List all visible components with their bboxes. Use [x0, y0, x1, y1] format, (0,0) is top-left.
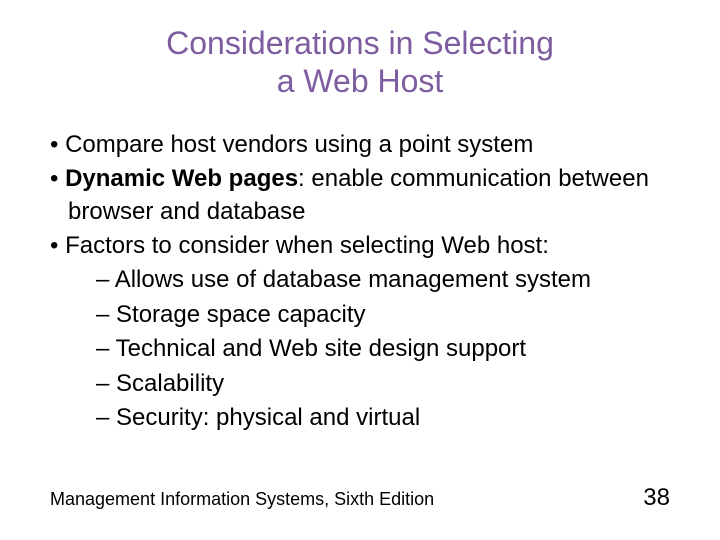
bullet-bold-term: Dynamic Web pages: [65, 165, 298, 192]
sub-bullet-text: Scalability: [116, 370, 224, 397]
sub-bullet-text: Technical and Web site design support: [116, 335, 526, 362]
sub-bullet-item: Allows use of database management system: [118, 264, 670, 296]
bullet-text: Factors to consider when selecting Web h…: [65, 232, 549, 259]
slide-body: Compare host vendors using a point syste…: [50, 129, 670, 435]
sub-bullet-item: Security: physical and virtual: [118, 402, 670, 434]
title-line-2: a Web Host: [277, 63, 444, 99]
bullet-item: Factors to consider when selecting Web h…: [68, 230, 670, 262]
bullet-item: Compare host vendors using a point syste…: [68, 129, 670, 161]
bullet-text: Compare host vendors using a point syste…: [65, 131, 533, 158]
slide-container: Considerations in Selecting a Web Host C…: [0, 0, 720, 540]
sub-bullet-text: Security: physical and virtual: [116, 404, 420, 431]
sub-bullet-item: Storage space capacity: [118, 299, 670, 331]
sub-bullet-text: Storage space capacity: [116, 301, 365, 328]
title-line-1: Considerations in Selecting: [166, 25, 554, 61]
footer-source: Management Information Systems, Sixth Ed…: [50, 489, 434, 510]
page-number: 38: [643, 484, 670, 512]
sub-bullet-text: Allows use of database management system: [115, 266, 591, 293]
slide-footer: Management Information Systems, Sixth Ed…: [50, 484, 670, 512]
bullet-item: Dynamic Web pages: enable communication …: [68, 163, 670, 228]
sub-bullet-item: Technical and Web site design support: [118, 333, 670, 365]
slide-title: Considerations in Selecting a Web Host: [50, 24, 670, 101]
sub-bullet-item: Scalability: [118, 368, 670, 400]
